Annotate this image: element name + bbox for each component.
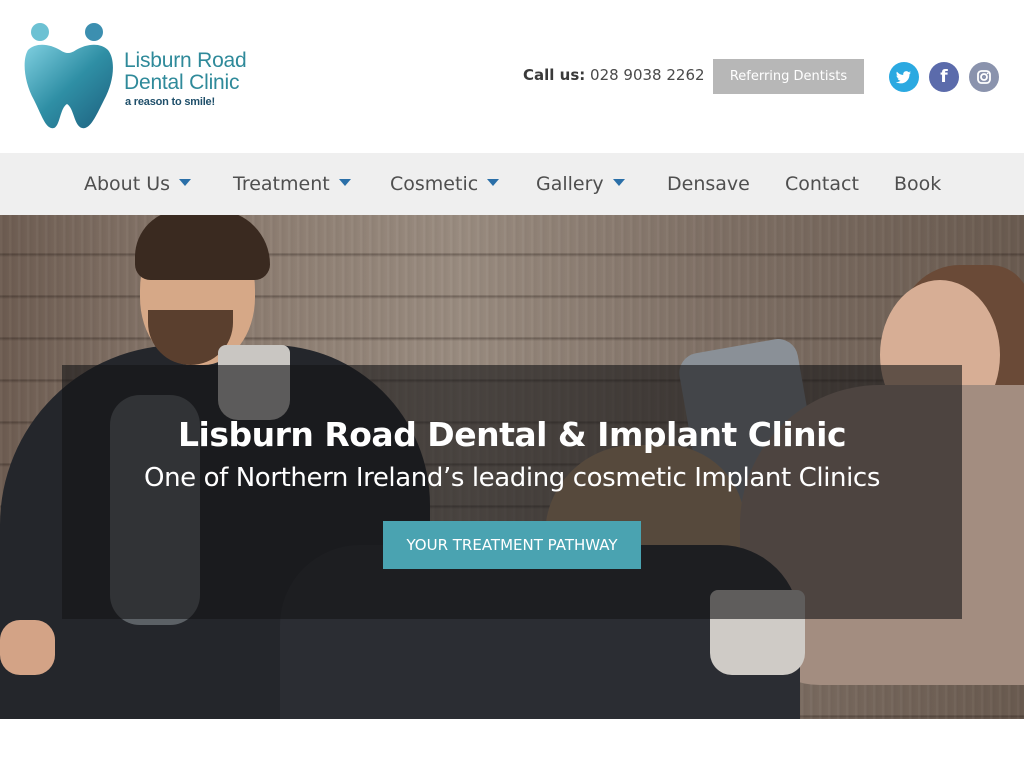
logo-name: Lisburn Road Dental Clinic bbox=[124, 50, 247, 94]
call-label: Call us: bbox=[523, 66, 586, 84]
caret-down-icon bbox=[487, 179, 500, 186]
site-header: Lisburn Road Dental Clinic a reason to s… bbox=[0, 0, 1024, 153]
nav-item-densave[interactable]: Densave bbox=[667, 153, 750, 215]
twitter-icon[interactable] bbox=[889, 62, 919, 92]
tooth-logo-icon bbox=[24, 23, 113, 129]
hero-photo-man-hair bbox=[135, 215, 270, 280]
site-logo[interactable]: Lisburn Road Dental Clinic a reason to s… bbox=[20, 20, 270, 135]
nav-item-book[interactable]: Book bbox=[894, 153, 941, 215]
hero-overlay: Lisburn Road Dental & Implant Clinic One… bbox=[62, 365, 962, 619]
nav-item-about-us[interactable]: About Us bbox=[84, 153, 192, 215]
treatment-pathway-button[interactable]: YOUR TREATMENT PATHWAY bbox=[383, 521, 641, 569]
hero-photo-hand bbox=[0, 620, 55, 675]
caret-down-icon bbox=[612, 179, 625, 186]
call-us: Call us: 028 9038 2262 bbox=[523, 66, 705, 84]
nav-label: Cosmetic bbox=[390, 173, 479, 195]
caret-down-icon bbox=[338, 179, 351, 186]
nav-label: Gallery bbox=[536, 173, 604, 195]
logo-name-line1: Lisburn Road bbox=[124, 49, 247, 72]
nav-label: Treatment bbox=[233, 173, 330, 195]
hero-banner: Lisburn Road Dental & Implant Clinic One… bbox=[0, 215, 1024, 719]
instagram-icon[interactable] bbox=[969, 62, 999, 92]
phone-number[interactable]: 028 9038 2262 bbox=[590, 66, 705, 84]
nav-item-contact[interactable]: Contact bbox=[785, 153, 859, 215]
hero-subtitle: One of Northern Ireland’s leading cosmet… bbox=[144, 463, 880, 493]
referring-dentists-button[interactable]: Referring Dentists bbox=[713, 59, 864, 94]
nav-item-treatment[interactable]: Treatment bbox=[233, 153, 351, 215]
caret-down-icon bbox=[179, 179, 192, 186]
logo-name-line2: Dental Clinic bbox=[124, 71, 240, 94]
main-nav: About Us Treatment Cosmetic Gallery Dens… bbox=[0, 153, 1024, 215]
hero-title: Lisburn Road Dental & Implant Clinic bbox=[177, 415, 847, 454]
logo-tagline: a reason to smile! bbox=[125, 96, 215, 108]
nav-item-cosmetic[interactable]: Cosmetic bbox=[390, 153, 500, 215]
nav-item-gallery[interactable]: Gallery bbox=[536, 153, 625, 215]
nav-label: About Us bbox=[84, 173, 171, 195]
facebook-icon[interactable]: f bbox=[929, 62, 959, 92]
